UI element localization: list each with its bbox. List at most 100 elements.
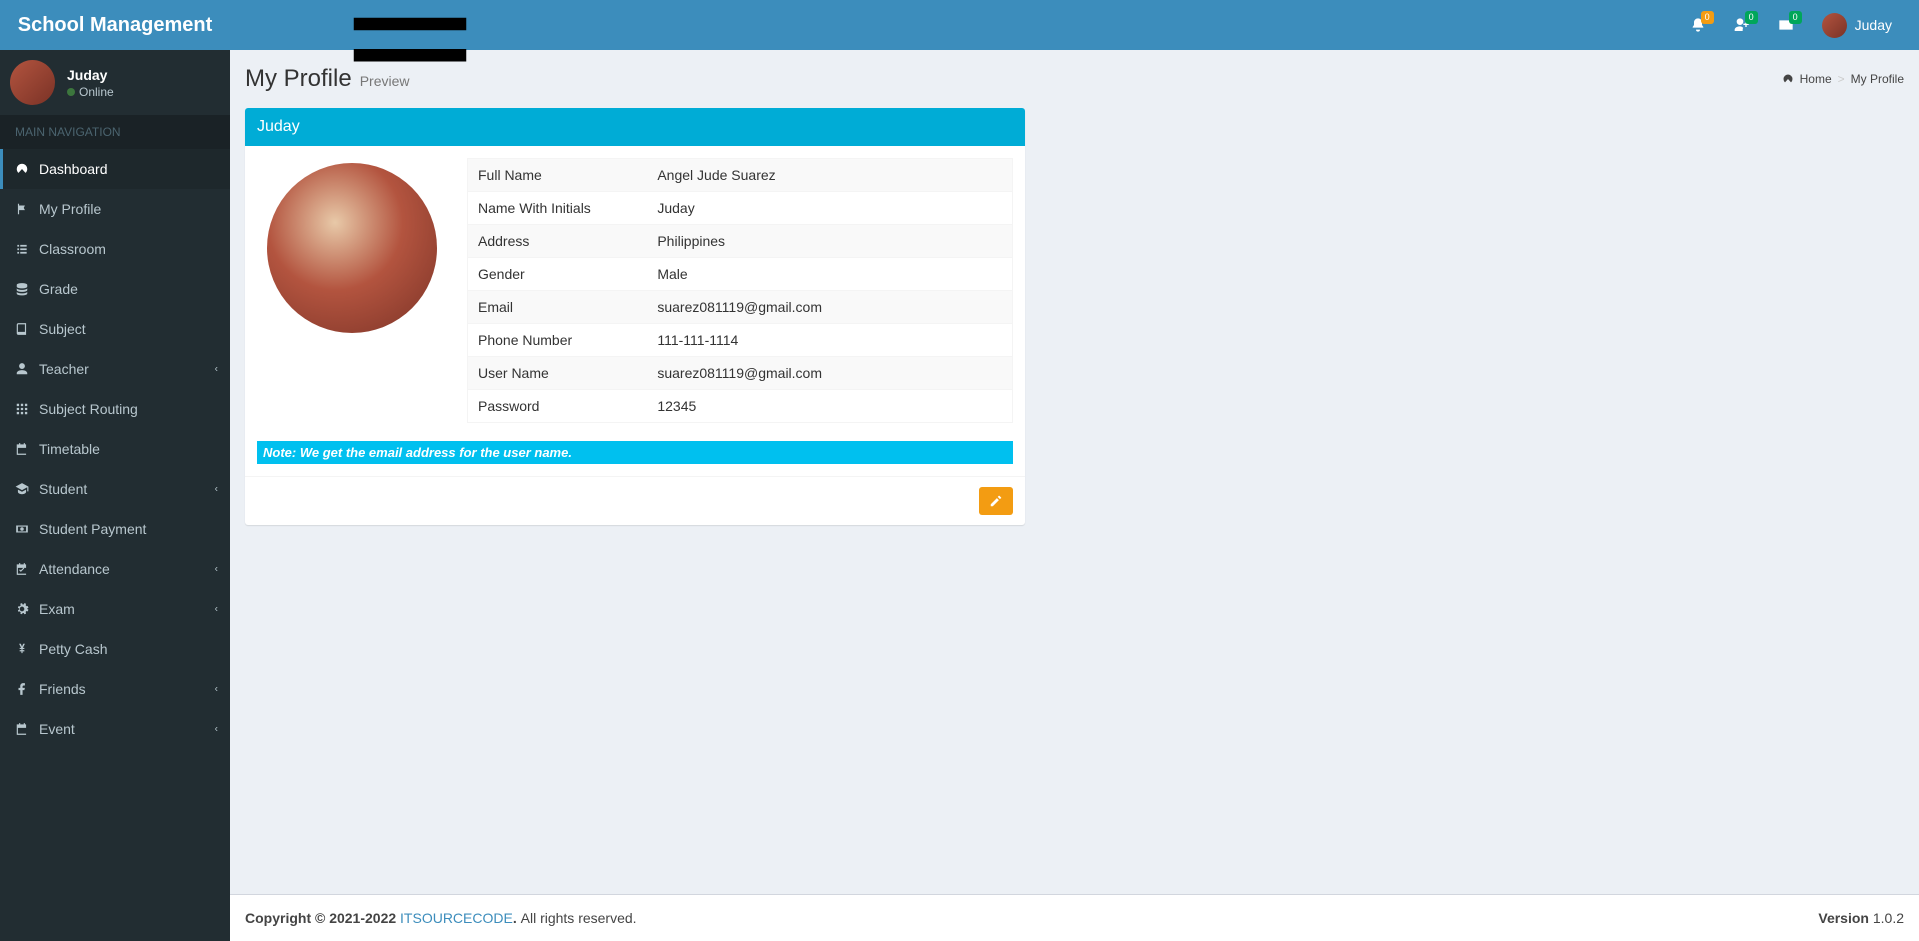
footer-version: Version 1.0.2 [1818,910,1904,926]
bars-icon [260,0,560,99]
sidebar-item-dashboard[interactable]: Dashboard [0,149,230,189]
field-label: Name With Initials [468,192,648,225]
sidebar-item-label: Student [39,481,87,497]
table-row: Password12345 [468,390,1013,423]
fb-icon [15,682,29,696]
chevron-left-icon: ‹ [215,684,218,695]
sidebar-user-info: Juday Online [67,67,114,99]
field-value: Philippines [647,225,1012,258]
yen-icon [15,642,29,656]
sidebar-user-status: Online [67,85,114,99]
sidebar-item-attendance[interactable]: Attendance ‹ [0,549,230,589]
sidebar-item-friends[interactable]: Friends‹ [0,669,230,709]
profile-box-body: Full NameAngel Jude SuarezName With Init… [245,146,1025,476]
grad-icon [15,482,29,496]
notifications-badge: 0 [1701,11,1714,24]
table-row: Phone Number111-111-1114 [468,324,1013,357]
field-label: Phone Number [468,324,648,357]
field-value: 12345 [647,390,1012,423]
sidebar-item-label: Classroom [39,241,106,257]
profile-note: Note: We get the email address for the u… [257,441,1013,464]
sidebar-item-label: Attendance [39,561,110,577]
main-footer: Copyright © 2021-2022 ITSOURCECODE. All … [230,894,1919,941]
profile-box: Juday Full NameAngel Jude SuarezName Wit… [245,108,1025,525]
sidebar-item-my-profile[interactable]: My Profile [0,189,230,229]
messages-menu[interactable]: 0 [1766,5,1806,45]
sidebar-item-subject-routing[interactable]: Subject Routing [0,389,230,429]
table-row: GenderMale [468,258,1013,291]
sidebar-item-exam[interactable]: Exam ‹ [0,589,230,629]
sidebar-item-event[interactable]: Event‹ [0,709,230,749]
content: Juday Full NameAngel Jude SuarezName Wit… [230,108,1919,540]
sidebar-item-label: Subject Routing [39,401,138,417]
edit-button[interactable] [979,487,1013,515]
calendar-icon [15,442,29,456]
profile-table: Full NameAngel Jude SuarezName With Init… [467,158,1013,423]
profile-row: Full NameAngel Jude SuarezName With Init… [257,158,1013,423]
dashboard-icon [1782,73,1794,85]
sidebar-user-panel: Juday Online [0,50,230,115]
dashboard-icon [15,162,29,176]
calcheck-icon [15,562,29,576]
gear-icon [15,602,29,616]
user-menu-name: Juday [1855,17,1892,33]
brand-logo[interactable]: School Management [0,0,230,50]
sidebar-menu: DashboardMy Profile Classroom Grade Subject… [0,149,230,749]
notifications-menu[interactable]: 0 [1678,5,1718,45]
messages-badge: 0 [1789,11,1802,24]
table-row: Name With InitialsJuday [468,192,1013,225]
breadcrumb-separator: > [1838,72,1845,86]
field-label: Email [468,291,648,324]
field-label: Password [468,390,648,423]
sidebar-item-label: Petty Cash [39,641,107,657]
sidebar-toggle[interactable] [245,0,575,117]
sidebar-item-grade[interactable]: Grade [0,269,230,309]
user-menu[interactable]: Juday [1810,1,1904,50]
sidebar-item-label: Exam [39,601,75,617]
table-row: AddressPhilippines [468,225,1013,258]
field-label: Gender [468,258,648,291]
chevron-left-icon: ‹ [215,364,218,375]
sidebar-user-name: Juday [67,67,114,83]
field-label: Address [468,225,648,258]
field-value: Angel Jude Suarez [647,159,1012,192]
field-label: User Name [468,357,648,390]
sidebar-item-label: Student Payment [39,521,146,537]
friend-requests-menu[interactable]: 0 [1722,5,1762,45]
breadcrumb: Home > My Profile [1782,72,1904,86]
sidebar-item-student-payment[interactable]: Student Payment [0,509,230,549]
sidebar-item-subject[interactable]: Subject [0,309,230,349]
field-value: 111-111-1114 [647,324,1012,357]
chevron-left-icon: ‹ [215,604,218,615]
sidebar-item-timetable[interactable]: Timetable [0,429,230,469]
database-icon [15,282,29,296]
navbar-right: 0 0 0 Juday [1678,1,1904,50]
chevron-left-icon: ‹ [215,564,218,575]
sidebar-item-student[interactable]: Student‹ [0,469,230,509]
profile-image [267,163,437,333]
field-label: Full Name [468,159,648,192]
table-row: User Namesuarez081119@gmail.com [468,357,1013,390]
chevron-left-icon: ‹ [215,724,218,735]
sidebar-item-petty-cash[interactable]: Petty Cash [0,629,230,669]
content-wrapper: My Profile Preview Home > My Profile Jud… [230,50,1919,891]
sidebar-section-header: MAIN NAVIGATION [0,115,230,149]
grid-icon [15,402,29,416]
profile-box-footer [245,476,1025,525]
table-row: Emailsuarez081119@gmail.com [468,291,1013,324]
sidebar-item-classroom[interactable]: Classroom [0,229,230,269]
main-sidebar: Juday Online MAIN NAVIGATION DashboardMy… [0,50,230,941]
main-header: School Management 0 0 0 Juday [0,0,1919,50]
breadcrumb-home[interactable]: Home [1800,72,1832,86]
footer-link[interactable]: ITSOURCECODE [400,910,513,926]
calendar-icon [15,722,29,736]
table-row: Full NameAngel Jude Suarez [468,159,1013,192]
field-value: Male [647,258,1012,291]
sidebar-item-label: Timetable [39,441,100,457]
flag-icon [15,202,29,216]
money-icon [15,522,29,536]
sidebar-item-label: Subject [39,321,86,337]
field-value: Juday [647,192,1012,225]
sidebar-item-teacher[interactable]: Teacher‹ [0,349,230,389]
user-icon [15,362,29,376]
